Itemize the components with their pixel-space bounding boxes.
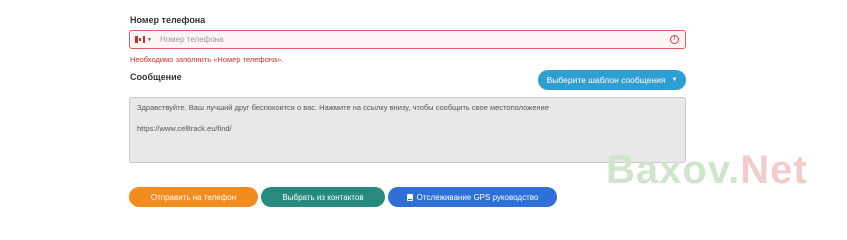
choose-from-contacts-button[interactable]: Выбрать из контактов	[261, 187, 385, 207]
select-template-button[interactable]: Выберите шаблон сообщения ▼	[538, 70, 686, 90]
message-label: Сообщение	[130, 72, 182, 82]
caret-down-icon: ▼	[671, 77, 678, 83]
chevron-down-icon: ▼	[147, 36, 152, 43]
phone-field: ▼ !	[129, 30, 686, 49]
watermark-part1: Baxov.	[606, 148, 741, 192]
watermark: Baxov.Net	[606, 148, 808, 193]
watermark-part2: Net	[740, 148, 808, 192]
message-textarea[interactable]: Здравствуйте. Ваш лучший друг беспокоитс…	[129, 97, 686, 163]
send-to-phone-label: Отправить на телефон	[150, 192, 237, 202]
alert-circle-icon: !	[670, 35, 679, 44]
gps-guide-label: Отслеживание GPS руководство	[416, 192, 539, 202]
phone-label: Номер телефона	[130, 15, 206, 25]
message-text-line: Здравствуйте. Ваш лучший друг беспокоитс…	[137, 103, 549, 112]
send-to-phone-button[interactable]: Отправить на телефон	[129, 187, 258, 207]
phone-input[interactable]	[159, 31, 685, 48]
phone-error-message: Необходимо заполнить «Номер телефона».	[130, 55, 284, 64]
book-icon	[406, 193, 413, 201]
country-select[interactable]: ▼	[130, 31, 152, 48]
message-link-line: https://www.celltrack.eu/find/	[137, 124, 232, 133]
select-template-label: Выберите шаблон сообщения	[546, 75, 666, 85]
choose-from-contacts-label: Выбрать из контактов	[282, 192, 364, 202]
canada-flag-icon	[135, 36, 145, 43]
gps-guide-button[interactable]: Отслеживание GPS руководство	[388, 187, 557, 207]
